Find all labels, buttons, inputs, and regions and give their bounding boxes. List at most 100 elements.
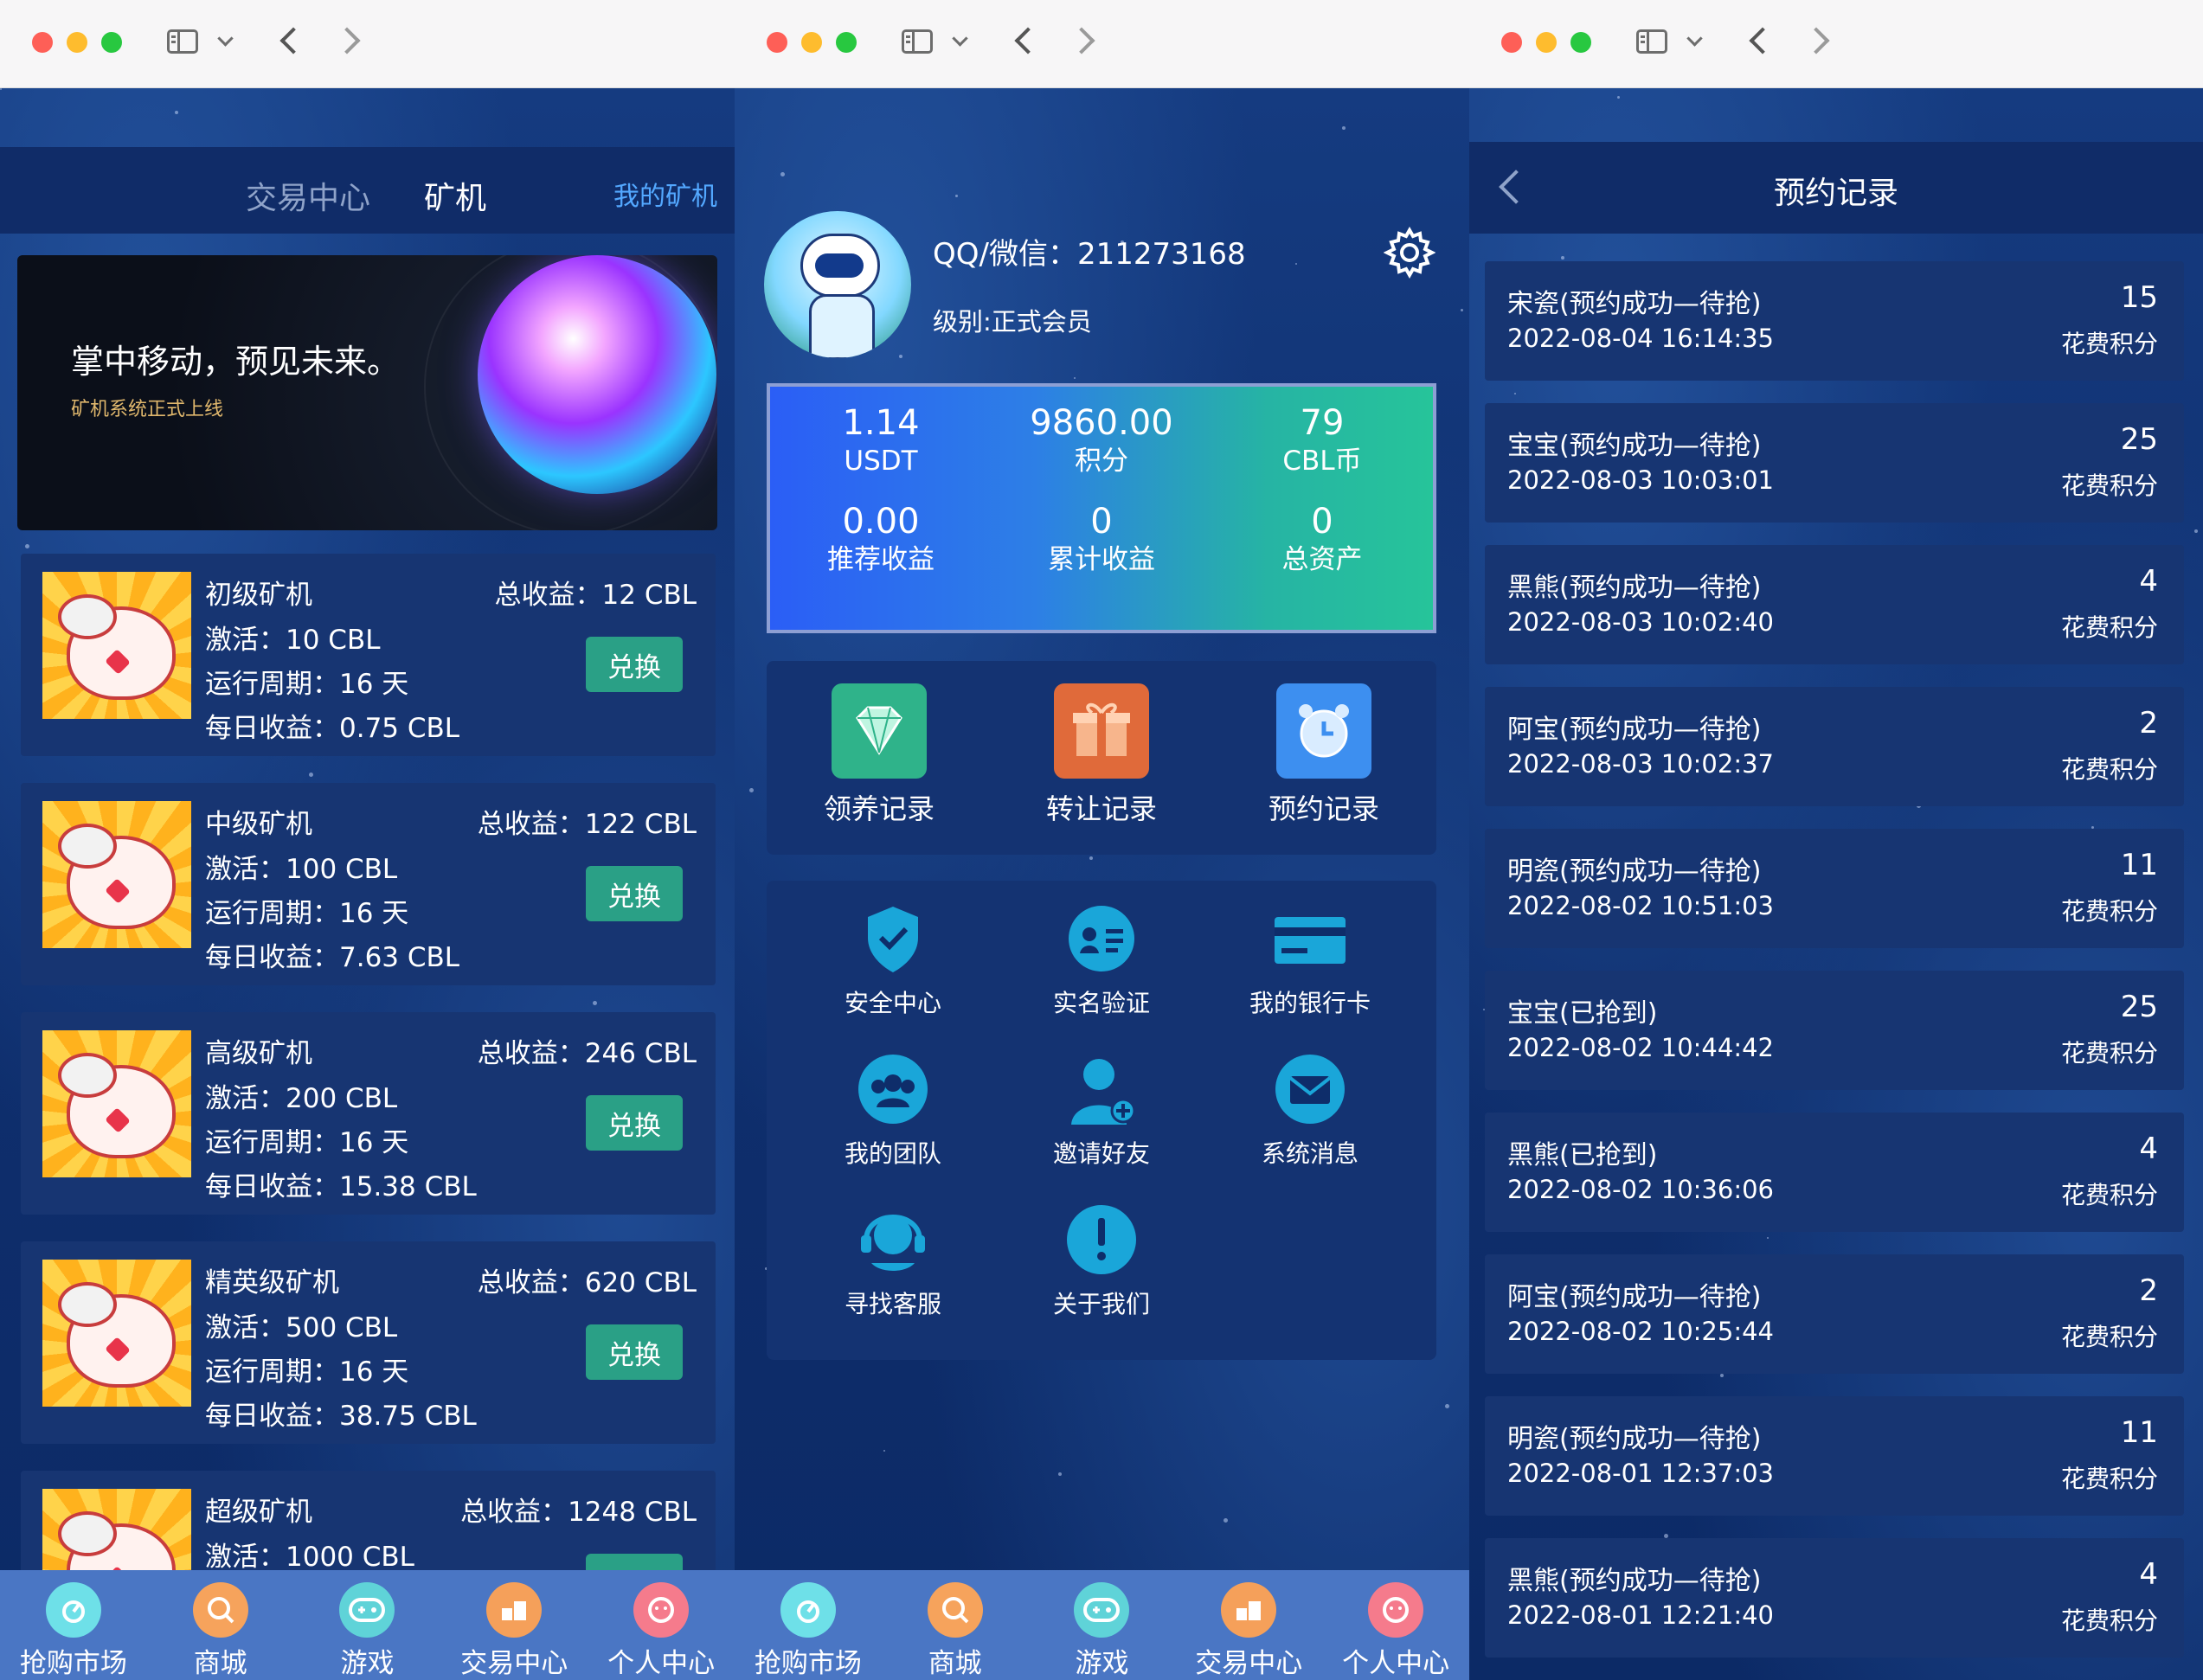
record-time: 2022-08-04 16:14:35 bbox=[1507, 324, 1774, 353]
zoom-window-button[interactable] bbox=[1570, 32, 1591, 53]
background-star bbox=[883, 1450, 885, 1452]
close-window-button[interactable] bbox=[32, 32, 53, 53]
minimize-window-button[interactable] bbox=[801, 32, 822, 53]
exchange-button[interactable]: 兑换 bbox=[586, 1324, 683, 1380]
menu-label: 我的团队 bbox=[844, 1139, 941, 1168]
background-star bbox=[1224, 1518, 1228, 1523]
tab-label: 抢购市场 bbox=[19, 1648, 127, 1679]
record-row[interactable]: 黑熊(预约成功—待抢) 2022-08-03 10:02:40 4 花费积分 bbox=[1485, 545, 2184, 664]
record-time: 2022-08-02 10:51:03 bbox=[1507, 891, 1774, 920]
record-row[interactable]: 明瓷(预约成功—待抢) 2022-08-01 12:37:03 11 花费积分 bbox=[1485, 1396, 2184, 1516]
avatar[interactable] bbox=[764, 211, 911, 358]
record-time: 2022-08-02 10:36:06 bbox=[1507, 1175, 1774, 1204]
robot-avatar-icon bbox=[800, 234, 880, 298]
tab-label: 商城 bbox=[928, 1648, 982, 1679]
minimize-window-button[interactable] bbox=[67, 32, 87, 53]
stat-points[interactable]: 9860.00 积分 bbox=[998, 402, 1205, 478]
back-arrow-icon[interactable] bbox=[1749, 27, 1776, 55]
miner-activation: 激活：10 CBL bbox=[205, 625, 381, 656]
forward-arrow-icon[interactable] bbox=[1802, 27, 1830, 55]
record-row[interactable]: 阿宝(预约成功—待抢) 2022-08-03 10:02:37 2 花费积分 bbox=[1485, 687, 2184, 806]
menu-my-team[interactable]: 我的团队 bbox=[798, 1050, 988, 1170]
stat-cbl[interactable]: 79 CBL币 bbox=[1218, 402, 1426, 478]
record-row[interactable]: 宋瓷(预约成功—待抢) 2022-08-04 16:14:35 15 花费积分 bbox=[1485, 261, 2184, 381]
gear-icon[interactable] bbox=[1384, 227, 1435, 279]
transfer-records-button[interactable]: 转让记录 bbox=[1015, 683, 1188, 827]
miner-total-earnings: 总收益：620 CBL bbox=[478, 1260, 697, 1299]
tab-profile[interactable]: 个人中心 bbox=[588, 1570, 735, 1680]
record-time: 2022-08-02 10:25:44 bbox=[1507, 1317, 1774, 1346]
page-header: 预约记录 bbox=[1469, 142, 2203, 234]
tab-flash-market[interactable]: 抢购市场 bbox=[735, 1570, 882, 1680]
record-row[interactable]: 黑熊(已抢到) 2022-08-02 10:36:06 4 花费积分 bbox=[1485, 1113, 2184, 1232]
exchange-button[interactable]: 兑换 bbox=[586, 866, 683, 921]
reservation-records-button[interactable]: 预约记录 bbox=[1237, 683, 1410, 827]
stat-value: 9860.00 bbox=[1030, 403, 1173, 443]
stat-total-assets[interactable]: 0 总资产 bbox=[1218, 501, 1426, 577]
my-miners-link[interactable]: 我的矿机 bbox=[613, 175, 717, 213]
sidebar-toggle-icon[interactable] bbox=[902, 29, 933, 54]
tab-miners[interactable]: 矿机 bbox=[424, 173, 486, 218]
close-window-button[interactable] bbox=[767, 32, 787, 53]
sidebar-toggle-icon[interactable] bbox=[167, 29, 198, 54]
record-time: 2022-08-03 10:03:01 bbox=[1507, 465, 1774, 495]
stat-referral-earnings[interactable]: 0.00 推荐收益 bbox=[777, 501, 985, 577]
menu-customer-service[interactable]: 寻找客服 bbox=[798, 1201, 988, 1320]
minimize-window-button[interactable] bbox=[1536, 32, 1557, 53]
record-points: 4 bbox=[2139, 1132, 2158, 1166]
profile-window: QQ/微信：211273168 级别:正式会员 1.14 USDT 9860.0… bbox=[735, 0, 1469, 1680]
total-value: 12 CBL bbox=[601, 580, 697, 611]
miner-daily-earnings: 每日收益：7.63 CBL bbox=[205, 942, 460, 973]
adoption-records-button[interactable]: 领养记录 bbox=[793, 683, 966, 827]
team-icon bbox=[854, 1050, 932, 1128]
record-row[interactable]: 宝宝(已抢到) 2022-08-02 10:44:42 25 花费积分 bbox=[1485, 971, 2184, 1090]
stat-label: 累计收益 bbox=[1048, 544, 1155, 575]
stat-cumulative-earnings[interactable]: 0 累计收益 bbox=[998, 501, 1205, 577]
menu-label: 关于我们 bbox=[1052, 1290, 1150, 1318]
tab-games[interactable]: 游戏 bbox=[1029, 1570, 1176, 1680]
miner-card: 中级矿机 总收益：122 CBL 激活：100 CBL 运行周期：16 天 每日… bbox=[21, 783, 716, 985]
tab-trade-center[interactable]: 交易中心 bbox=[1175, 1570, 1322, 1680]
sidebar-toggle-icon[interactable] bbox=[1636, 29, 1667, 54]
menu-security-center[interactable]: 安全中心 bbox=[798, 900, 988, 1019]
record-row[interactable]: 明瓷(预约成功—待抢) 2022-08-02 10:51:03 11 花费积分 bbox=[1485, 829, 2184, 948]
forward-arrow-icon[interactable] bbox=[333, 27, 361, 55]
back-arrow-icon[interactable] bbox=[1014, 27, 1042, 55]
tab-profile[interactable]: 个人中心 bbox=[1322, 1570, 1469, 1680]
record-row[interactable]: 宝宝(预约成功—待抢) 2022-08-03 10:03:01 25 花费积分 bbox=[1485, 403, 2184, 523]
record-name: 明瓷(预约成功—待抢) bbox=[1507, 856, 1762, 887]
snail-icon bbox=[780, 1582, 836, 1638]
chevron-down-icon[interactable] bbox=[1686, 30, 1703, 47]
background-star bbox=[175, 111, 178, 114]
menu-real-name-verification[interactable]: 实名验证 bbox=[1006, 900, 1197, 1019]
zoom-window-button[interactable] bbox=[101, 32, 122, 53]
close-window-button[interactable] bbox=[1501, 32, 1522, 53]
forward-arrow-icon[interactable] bbox=[1068, 27, 1095, 55]
chevron-down-icon[interactable] bbox=[217, 30, 234, 47]
menu-system-messages[interactable]: 系统消息 bbox=[1215, 1050, 1405, 1170]
stat-usdt[interactable]: 1.14 USDT bbox=[777, 402, 985, 478]
miner-name: 精英级矿机 bbox=[205, 1267, 339, 1298]
tab-flash-market[interactable]: 抢购市场 bbox=[0, 1570, 147, 1680]
promo-banner[interactable]: 掌中移动，预见未来。 矿机系统正式上线 bbox=[17, 255, 717, 530]
tab-mall[interactable]: 商城 bbox=[147, 1570, 294, 1680]
menu-invite-friends[interactable]: 邀请好友 bbox=[1006, 1050, 1197, 1170]
menu-bank-cards[interactable]: 我的银行卡 bbox=[1215, 900, 1405, 1019]
zoom-window-button[interactable] bbox=[836, 32, 857, 53]
miner-market-window: 交易中心 矿机 我的矿机 掌中移动，预见未来。 矿机系统正式上线 初级矿机 总收… bbox=[0, 0, 735, 1680]
mail-icon bbox=[1271, 1050, 1349, 1128]
stat-label: 积分 bbox=[1075, 446, 1128, 477]
exchange-button[interactable]: 兑换 bbox=[586, 637, 683, 692]
record-row[interactable]: 黑熊(预约成功—待抢) 2022-08-01 12:21:40 4 花费积分 bbox=[1485, 1538, 2184, 1658]
back-arrow-icon[interactable] bbox=[279, 27, 307, 55]
record-points: 25 bbox=[2120, 422, 2158, 457]
exchange-button[interactable]: 兑换 bbox=[586, 1095, 683, 1151]
chevron-down-icon[interactable] bbox=[952, 30, 968, 47]
tab-mall[interactable]: 商城 bbox=[882, 1570, 1029, 1680]
tab-trade-center[interactable]: 交易中心 bbox=[246, 173, 370, 218]
tab-games[interactable]: 游戏 bbox=[294, 1570, 441, 1680]
menu-label: 系统消息 bbox=[1261, 1139, 1358, 1168]
record-row[interactable]: 阿宝(预约成功—待抢) 2022-08-02 10:25:44 2 花费积分 bbox=[1485, 1254, 2184, 1374]
menu-about-us[interactable]: 关于我们 bbox=[1006, 1201, 1197, 1320]
tab-trade-center[interactable]: 交易中心 bbox=[440, 1570, 588, 1680]
